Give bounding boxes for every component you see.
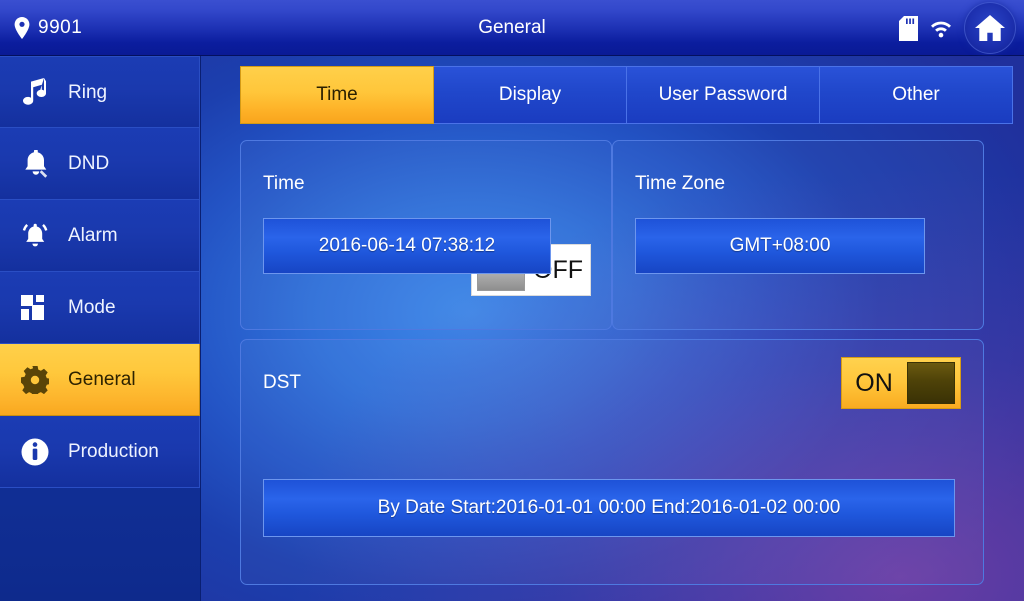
sidebar-item-ring[interactable]: Ring: [0, 56, 200, 128]
timezone-value[interactable]: GMT+08:00: [635, 218, 925, 274]
sidebar-item-mode[interactable]: Mode: [0, 272, 200, 344]
dst-panel-label: DST: [263, 372, 301, 393]
home-button[interactable]: [964, 2, 1016, 54]
sidebar: Ring DND Alarm Mode General Production: [0, 56, 201, 601]
toggle-knob: [907, 362, 955, 404]
timezone-panel: Time Zone GMT+08:00: [612, 140, 984, 330]
sidebar-item-alarm[interactable]: Alarm: [0, 200, 200, 272]
content-area: Time Display User Password Other Time OF…: [201, 56, 1024, 601]
bell-mute-icon: [20, 149, 50, 179]
tab-other[interactable]: Other: [819, 66, 1013, 124]
tab-bar: Time Display User Password Other: [240, 66, 1013, 124]
sd-card-icon: [899, 15, 918, 41]
sidebar-item-general[interactable]: General: [0, 344, 200, 416]
dst-schedule-value[interactable]: By Date Start:2016-01-01 00:00 End:2016-…: [263, 479, 955, 537]
current-time-value[interactable]: 2016-06-14 07:38:12: [263, 218, 551, 274]
sidebar-item-production[interactable]: Production: [0, 416, 200, 488]
sidebar-item-label: Ring: [68, 81, 108, 103]
toggle-state-label: ON: [855, 368, 893, 397]
sidebar-item-label: DND: [68, 153, 110, 174]
sidebar-item-dnd[interactable]: DND: [0, 128, 200, 200]
sidebar-item-label: General: [68, 369, 136, 390]
tab-user-password[interactable]: User Password: [626, 66, 820, 124]
time-panel: Time OFF 2016-06-14 07:38:12: [240, 140, 612, 330]
sidebar-item-label: Alarm: [68, 225, 118, 246]
dst-enable-toggle[interactable]: ON: [841, 357, 961, 409]
status-header: 9901 General: [0, 0, 1024, 56]
gear-icon: [20, 365, 50, 395]
tab-time[interactable]: Time: [240, 66, 434, 124]
wifi-icon: [928, 18, 954, 38]
sidebar-item-label: Mode: [68, 297, 116, 318]
time-panel-label: Time: [263, 173, 305, 194]
music-note-icon: [20, 77, 50, 107]
device-screen: 9901 General Ring DND Alarm Mode General…: [0, 0, 1024, 601]
timezone-panel-label: Time Zone: [635, 173, 726, 194]
status-icons-group: [899, 0, 1016, 56]
page-title: General: [478, 17, 546, 38]
info-icon: [20, 437, 50, 467]
dst-panel: DST ON By Date Start:2016-01-01 00:00 En…: [240, 339, 984, 585]
alarm-bell-icon: [20, 221, 50, 251]
tab-display[interactable]: Display: [433, 66, 627, 124]
grid-icon: [20, 293, 50, 323]
sidebar-item-label: Production: [68, 441, 159, 462]
